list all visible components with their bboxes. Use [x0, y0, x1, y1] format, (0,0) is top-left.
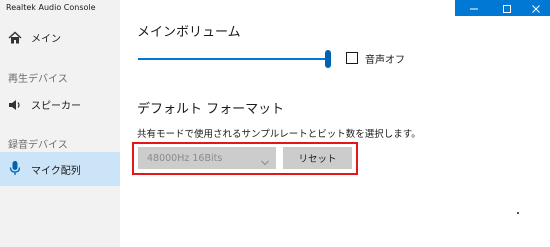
sidebar-item-label: マイク配列: [31, 165, 81, 177]
sidebar-item-label: スピーカー: [31, 100, 81, 112]
close-button[interactable]: [521, 0, 550, 16]
microphone-icon: [8, 160, 22, 175]
sidebar-item-label: メイン: [31, 33, 61, 45]
minimize-icon: [469, 0, 479, 18]
app-title: Realtek Audio Console: [6, 3, 96, 12]
section-recording-devices: 録音デバイス: [8, 140, 68, 151]
close-icon: [531, 0, 541, 18]
maximize-button[interactable]: [492, 0, 521, 16]
maximize-icon: [502, 0, 512, 18]
format-heading: デフォルト フォーマット: [137, 102, 285, 117]
sidebar-item-home[interactable]: メイン: [0, 22, 120, 52]
home-icon: [8, 30, 22, 44]
volume-slider-track[interactable]: [138, 58, 328, 60]
sidebar: Realtek Audio Console メイン 再生デバイス スピーカー 録…: [0, 0, 120, 247]
sidebar-item-mic-array[interactable]: マイク配列: [0, 152, 120, 186]
reset-button: リセット: [283, 147, 352, 169]
mute-checkbox[interactable]: [346, 52, 358, 64]
sidebar-item-speaker[interactable]: スピーカー: [0, 89, 120, 119]
chevron-down-icon: [260, 153, 270, 166]
format-select: 48000Hz 16Bits: [138, 147, 276, 169]
volume-slider-thumb[interactable]: [325, 50, 331, 68]
format-description: 共有モードで使用されるサンプルレートとビット数を選択します。: [137, 129, 421, 140]
minimize-button[interactable]: [455, 0, 492, 16]
format-select-value: 48000Hz 16Bits: [147, 152, 223, 164]
mute-label[interactable]: 音声オフ: [365, 51, 405, 66]
section-playback-devices: 再生デバイス: [8, 74, 68, 85]
speaker-icon: [8, 97, 22, 111]
decorative-dot: [517, 212, 519, 214]
volume-heading: メインボリューム: [137, 25, 241, 40]
